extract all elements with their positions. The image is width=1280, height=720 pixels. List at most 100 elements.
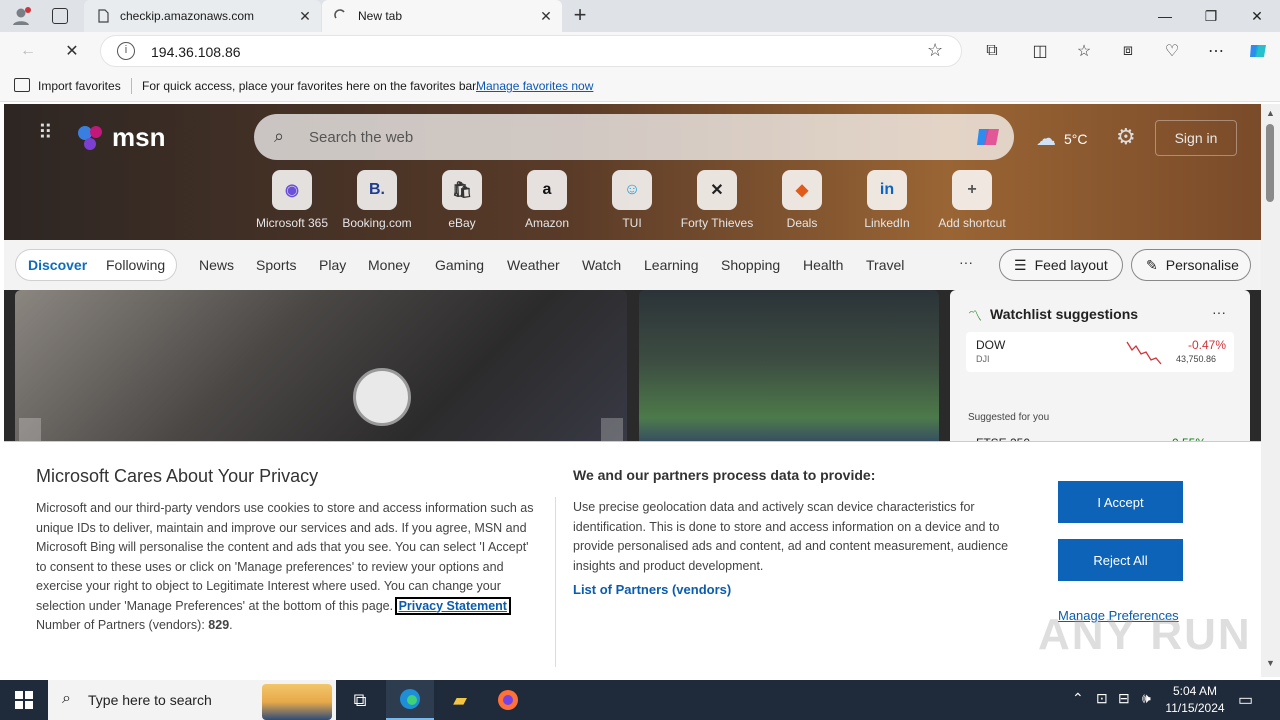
weather-widget[interactable]: ☁ 5°C — [1036, 126, 1088, 151]
network-icon[interactable]: ⊡ — [1096, 690, 1108, 707]
scroll-down-icon[interactable]: ▼ — [1266, 658, 1275, 668]
manage-favorites-link[interactable]: Manage favorites now — [476, 79, 593, 93]
stop-loading-button[interactable]: ✕ — [60, 39, 84, 63]
file-explorer-icon[interactable]: ▰ — [436, 680, 484, 720]
back-button[interactable]: ← — [16, 39, 40, 63]
apps-grid-icon[interactable]: ⠿ — [38, 123, 54, 143]
browser-tab-bar: checkip.amazonaws.com ✕ New tab ✕ + — ❐ … — [0, 0, 1280, 32]
shortcut-icon: a — [527, 170, 567, 210]
sliders-icon: ☰ — [1014, 256, 1027, 273]
network-status-icon[interactable]: ⊟ — [1118, 690, 1130, 707]
shortcut-tile[interactable]: B. Booking.com — [337, 170, 417, 230]
firefox-icon[interactable] — [484, 680, 532, 720]
address-bar[interactable]: i 194.36.108.86 ☆ — [100, 35, 962, 67]
news-card-blood-pressure[interactable] — [15, 290, 627, 450]
watchlist-card: 〽 Watchlist suggestions ··· DOW DJI -0.4… — [950, 290, 1250, 450]
msn-logo-text: msn — [112, 122, 166, 152]
import-favorites-icon[interactable] — [14, 78, 30, 92]
shortcut-icon: ☺ — [612, 170, 652, 210]
volume-icon[interactable]: 🕪 — [1142, 690, 1151, 707]
close-icon[interactable]: ✕ — [536, 8, 556, 25]
shortcut-tile[interactable]: 🛍 eBay — [422, 170, 502, 230]
privacy-statement-link[interactable]: Privacy Statement — [394, 596, 511, 615]
nav-link-sports[interactable]: Sports — [256, 257, 296, 273]
stock-value: 43,750.86 — [1176, 354, 1217, 364]
stock-change: -0.47% — [1188, 338, 1227, 352]
close-window-button[interactable]: ✕ — [1234, 0, 1280, 32]
accept-button[interactable]: I Accept — [1058, 481, 1183, 523]
close-icon[interactable]: ✕ — [295, 8, 315, 25]
extensions-icon[interactable]: ⧉ — [980, 39, 1004, 63]
news-card-football[interactable] — [639, 290, 939, 450]
edge-taskbar-icon[interactable] — [386, 680, 434, 720]
shortcut-tile[interactable]: ◉ Microsoft 365 — [252, 170, 332, 230]
feed-layout-label: Feed layout — [1034, 257, 1108, 273]
favorites-icon[interactable]: ☆ — [1072, 39, 1096, 63]
show-hidden-icons[interactable]: ⌃ — [1072, 690, 1084, 707]
partly-cloudy-icon: ☁ — [1036, 128, 1056, 150]
favorite-star-icon[interactable]: ☆ — [927, 40, 943, 61]
shortcut-tile[interactable]: ◆ Deals — [762, 170, 842, 230]
tab-following[interactable]: Following — [106, 257, 165, 273]
shortcut-tile[interactable]: ✕ Forty Thieves — [677, 170, 757, 230]
reject-all-button[interactable]: Reject All — [1058, 539, 1183, 581]
stock-row-dow[interactable]: DOW DJI -0.47% 43,750.86 — [966, 332, 1234, 372]
nav-link-play[interactable]: Play — [319, 257, 346, 273]
copilot-search-icon[interactable] — [974, 123, 1002, 156]
copilot-icon[interactable] — [1246, 39, 1270, 63]
task-view-icon[interactable]: ⧉ — [336, 680, 384, 720]
site-info-icon[interactable]: i — [117, 42, 135, 60]
clock-date: 11/15/2024 — [1165, 701, 1225, 715]
list-of-partners-link[interactable]: List of Partners (vendors) — [573, 582, 731, 597]
search-box[interactable]: ⌕ Search the web — [254, 114, 1014, 160]
shortcut-label: Deals — [786, 216, 818, 230]
tab-discover[interactable]: Discover — [28, 257, 87, 273]
browser-essentials-icon[interactable]: ♡ — [1160, 39, 1184, 63]
nav-link-money[interactable]: Money — [368, 257, 410, 273]
taskbar-clock[interactable]: 5:04 AM 11/15/2024 — [1164, 683, 1226, 717]
nav-link-shopping[interactable]: Shopping — [721, 257, 780, 273]
shortcut-tile[interactable]: a Amazon — [507, 170, 587, 230]
import-favorites-button[interactable]: Import favorites — [38, 79, 121, 93]
nav-link-watch[interactable]: Watch — [582, 257, 621, 273]
start-button[interactable] — [0, 680, 48, 720]
restore-button[interactable]: ❐ — [1188, 0, 1234, 32]
address-text[interactable]: 194.36.108.86 — [151, 44, 241, 60]
scrollbar-thumb[interactable] — [1266, 124, 1274, 202]
nav-link-travel[interactable]: Travel — [866, 257, 904, 273]
minimize-button[interactable]: — — [1142, 0, 1188, 32]
new-tab-button[interactable]: + — [568, 4, 592, 28]
tab-label: New tab — [358, 9, 403, 23]
shortcut-tile[interactable]: in LinkedIn — [847, 170, 927, 230]
msn-logo[interactable]: msn — [76, 122, 165, 153]
settings-gear-icon[interactable]: ⚙ — [1116, 124, 1136, 150]
nav-link-weather[interactable]: Weather — [507, 257, 560, 273]
more-menu-icon[interactable]: ⋯ — [1204, 39, 1228, 63]
watchlist-title: Watchlist suggestions — [990, 306, 1139, 322]
msn-butterfly-icon — [78, 125, 102, 150]
shortcut-icon: ◉ — [272, 170, 312, 210]
nav-link-news[interactable]: News — [199, 257, 234, 273]
nav-link-learning[interactable]: Learning — [644, 257, 699, 273]
profile-icon[interactable] — [10, 6, 32, 26]
nav-link-health[interactable]: Health — [803, 257, 843, 273]
nav-link-gaming[interactable]: Gaming — [435, 257, 484, 273]
taskbar-search-box[interactable]: ⌕ Type here to search — [48, 680, 336, 720]
collections-icon[interactable]: ⧈ — [1116, 39, 1140, 63]
feed-layout-button[interactable]: ☰ Feed layout — [999, 249, 1123, 281]
tab-new-tab[interactable]: New tab ✕ — [322, 0, 562, 32]
more-nav-icon[interactable]: ··· — [959, 254, 973, 270]
shortcut-icon: ◆ — [782, 170, 822, 210]
data-processing-body: Use precise geolocation data and activel… — [573, 500, 1009, 573]
tab-checkip[interactable]: checkip.amazonaws.com ✕ — [84, 0, 321, 32]
personalise-button[interactable]: ✎ Personalise — [1131, 249, 1251, 281]
watchlist-menu-icon[interactable]: ··· — [1212, 304, 1226, 320]
split-screen-icon[interactable]: ◫ — [1028, 39, 1052, 63]
shortcut-tile[interactable]: ☺ TUI — [592, 170, 672, 230]
notifications-icon[interactable]: ▭ — [1238, 690, 1253, 710]
page-scrollbar[interactable]: ▲ ▼ — [1261, 104, 1280, 677]
scroll-up-icon[interactable]: ▲ — [1266, 108, 1275, 118]
tab-actions-icon[interactable] — [52, 8, 68, 24]
sign-in-button[interactable]: Sign in — [1155, 120, 1237, 156]
shortcut-tile[interactable]: + Add shortcut — [932, 170, 1012, 230]
